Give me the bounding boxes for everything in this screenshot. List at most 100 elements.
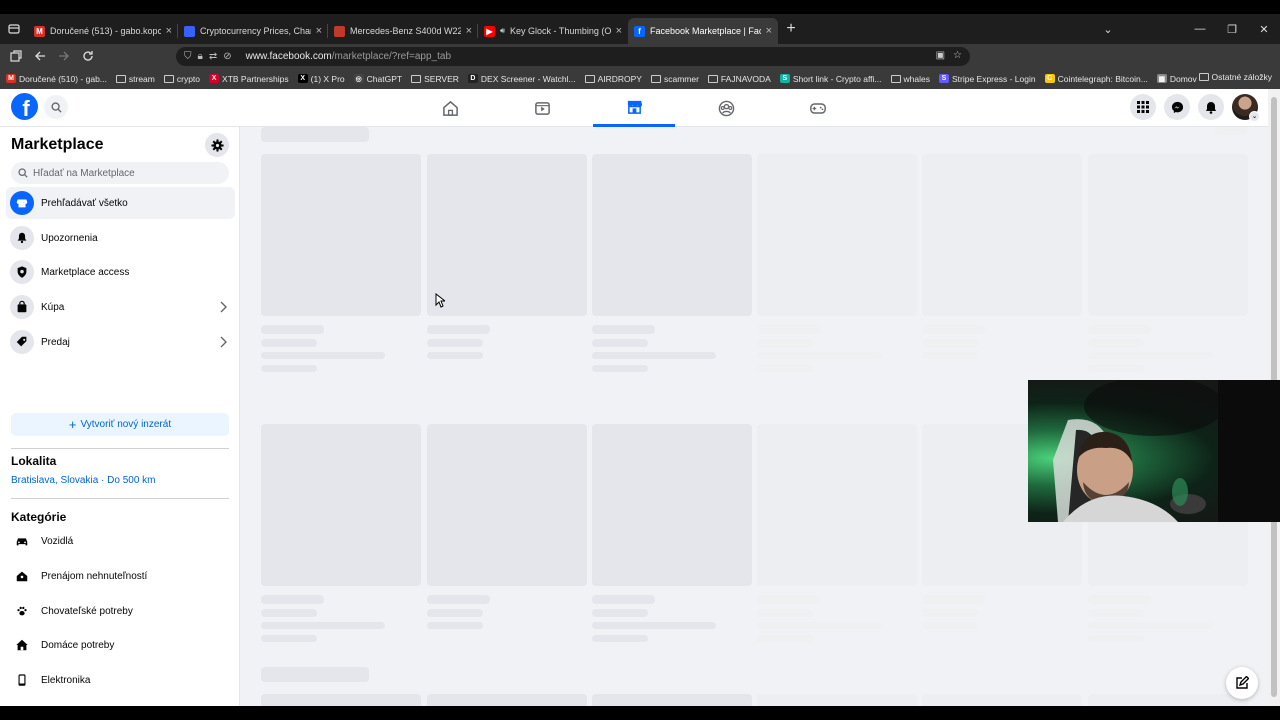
bookmark-item[interactable]: AIRDROPY: [584, 74, 642, 84]
chatgpt-icon: ◎: [353, 74, 364, 83]
category-item[interactable]: Chovateľské potreby: [6, 595, 235, 627]
folder-icon: [890, 74, 901, 83]
tracking-prevention-icon[interactable]: ⛉: [184, 51, 192, 62]
bookmark-item[interactable]: S Stripe Express - Login: [938, 74, 1036, 84]
menu-button[interactable]: [1130, 94, 1156, 120]
bookmark-item[interactable]: ◎ ChatGPT: [353, 74, 402, 84]
minimize-button[interactable]: —: [1184, 23, 1216, 35]
bookmark-item[interactable]: stream: [115, 74, 155, 84]
bookmark-item[interactable]: C Cointelegraph: Bitcoin...: [1044, 74, 1148, 84]
loading-placeholder-bar: [427, 325, 490, 334]
gear-icon: [210, 138, 224, 152]
reader-mode-icon[interactable]: ▣: [936, 50, 945, 61]
sidebar-item[interactable]: Upozornenia: [6, 222, 235, 254]
close-tab-icon[interactable]: ×: [316, 25, 322, 37]
marketplace-icon: [627, 100, 642, 114]
messenger-button[interactable]: [1164, 94, 1190, 120]
marketplace-search[interactable]: [11, 162, 229, 184]
bookmark-label: SERVER: [424, 73, 459, 84]
site-permissions-icon[interactable]: ⇄: [209, 51, 217, 62]
other-bookmarks-folder[interactable]: Ostatné záložky: [1198, 72, 1272, 82]
sidebar-item-label: Predaj: [41, 336, 70, 348]
nav-tab-marketplace[interactable]: [593, 89, 675, 127]
category-item[interactable]: Elektronika: [6, 664, 235, 696]
search-icon: [50, 101, 62, 113]
bookmark-item[interactable]: scammer: [650, 74, 699, 84]
marketplace-search-input[interactable]: [33, 167, 213, 179]
notifications-button[interactable]: [1198, 94, 1224, 120]
close-window-button[interactable]: ✕: [1248, 23, 1280, 36]
category-item[interactable]: Vozidlá: [6, 525, 235, 557]
tab-actions-button[interactable]: [0, 14, 28, 44]
nav-tab-home[interactable]: [409, 89, 491, 127]
bookmark-item[interactable]: ▦ Domov: [1156, 74, 1197, 84]
category-item[interactable]: Prenájom nehnuteľností: [6, 560, 235, 592]
sidebar-item[interactable]: Prehľadávať všetko: [6, 187, 235, 219]
category-label: Elektronika: [41, 674, 91, 686]
close-tab-icon[interactable]: ×: [616, 25, 622, 37]
loading-placeholder-bar: [757, 325, 820, 334]
cointelegraph-icon: C: [1044, 74, 1055, 83]
close-tab-icon[interactable]: ×: [166, 25, 172, 37]
home-icon-wrap: [10, 633, 34, 657]
sidebar-item[interactable]: Marketplace access: [6, 256, 235, 288]
profile-avatar[interactable]: ⌄: [1232, 94, 1260, 122]
category-item[interactable]: Domáce potreby: [6, 629, 235, 661]
chevron-right-icon: [219, 300, 227, 318]
no-cookies-icon[interactable]: ⊘: [223, 51, 231, 62]
back-button[interactable]: [28, 44, 52, 68]
tab-search-icon[interactable]: ⌄: [1092, 23, 1124, 36]
bookmark-label: whales: [903, 73, 930, 84]
gaming-icon: [810, 102, 826, 114]
address-bar[interactable]: ⛉ 🔒︎ ⇄ ⊘ www.facebook.com/marketplace/?r…: [176, 47, 970, 66]
facebook-search-button[interactable]: [44, 95, 68, 119]
loading-placeholder-bar: [1088, 635, 1144, 642]
bookmark-item[interactable]: FAJNAVODA: [707, 74, 771, 84]
browser-tab[interactable]: Mercedes-Benz S400d W222, Li ×: [328, 18, 478, 44]
create-listing-button[interactable]: + Vytvoriť nový inzerát: [11, 413, 229, 436]
lock-icon[interactable]: 🔒︎: [198, 51, 203, 62]
bookmark-item[interactable]: X XTB Partnerships: [209, 74, 289, 84]
browser-tab[interactable]: Cryptocurrency Prices, Charts A ×: [178, 18, 328, 44]
browser-tab[interactable]: M Doručené (513) - gabo.kopcek@ ×: [28, 18, 178, 44]
bell-icon: [17, 232, 27, 244]
compose-message-button[interactable]: [1226, 667, 1258, 699]
favorite-star-icon[interactable]: ☆: [953, 50, 962, 61]
folder-icon: [584, 74, 595, 83]
category-item[interactable]: Hobby: [6, 699, 235, 706]
folder-icon: [115, 74, 126, 83]
restore-button[interactable]: ❐: [1216, 23, 1248, 36]
bookmark-item[interactable]: M Doručené (510) - gab...: [6, 74, 107, 84]
bookmark-item[interactable]: whales: [890, 73, 930, 84]
loading-placeholder-bar: [592, 595, 655, 604]
marketplace-sidebar: Marketplace Prehľadávať všetko Upozorneni…: [0, 127, 240, 706]
dexscreener-icon: D: [467, 74, 478, 83]
facebook-logo-icon[interactable]: f: [11, 93, 38, 120]
nav-tab-groups[interactable]: [685, 89, 767, 127]
reload-button[interactable]: [76, 44, 100, 68]
bookmarks-bar: M Doručené (510) - gab... stream crypto X XTB…: [0, 68, 1280, 89]
sidebar-item[interactable]: Kúpa: [6, 291, 235, 323]
bookmark-item[interactable]: D DEX Screener - Watchl...: [467, 74, 576, 84]
category-label: Domáce potreby: [41, 639, 115, 651]
bookmark-item[interactable]: S Short link - Crypto affi...: [779, 74, 882, 84]
close-tab-icon[interactable]: ×: [466, 25, 472, 37]
nav-tab-video[interactable]: [501, 89, 583, 127]
bookmark-item[interactable]: crypto: [163, 74, 200, 84]
location-link[interactable]: Bratislava, Slovakia · Do 500 km: [11, 475, 156, 486]
loading-placeholder-bar: [757, 339, 813, 347]
audio-playing-icon[interactable]: 🔊︎: [500, 26, 505, 36]
browser-tab[interactable]: f Facebook Marketplace | Facebo ×: [628, 18, 778, 44]
workspaces-button[interactable]: [4, 44, 28, 68]
close-tab-icon[interactable]: ×: [766, 25, 772, 37]
new-tab-button[interactable]: +: [778, 16, 804, 42]
groups-icon: [718, 100, 734, 116]
loading-placeholder-bar: [592, 352, 716, 359]
sidebar-item[interactable]: Predaj: [6, 326, 235, 358]
browser-tab[interactable]: ▶ 🔊︎ Key Glock - Thumbing (Offi ×: [478, 18, 628, 44]
forward-button[interactable]: [52, 44, 76, 68]
marketplace-settings-button[interactable]: [205, 133, 229, 157]
bookmark-item[interactable]: X (1) X Pro: [297, 74, 345, 84]
bookmark-item[interactable]: SERVER: [411, 74, 459, 84]
nav-tab-gaming[interactable]: [777, 89, 859, 127]
